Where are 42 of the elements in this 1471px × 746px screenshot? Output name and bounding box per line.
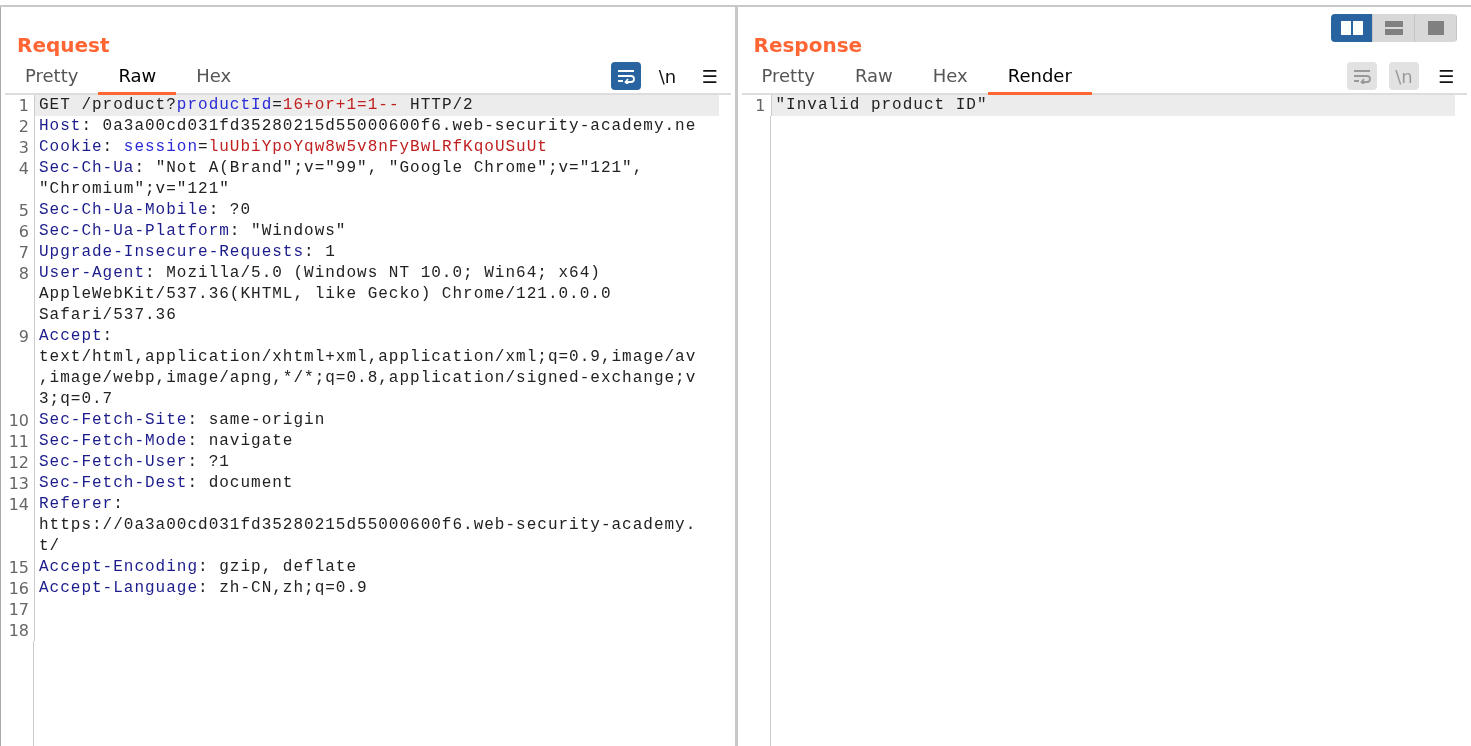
- code-line: Safari/537.36: [38, 305, 178, 326]
- code-line: https://0a3a00cd031fd35280215d55000600f6.web-security-academy.: [38, 515, 698, 536]
- newline-toggle[interactable]: \n: [652, 62, 683, 90]
- code-line: ,image/webp,image/apng,*/*;q=0.8,application/signed-exchange;v: [38, 368, 698, 389]
- code-line: Sec-Fetch-Mode: navigate: [38, 431, 295, 452]
- view-tab[interactable]: Pretty: [5, 59, 99, 95]
- wrap-icon: [1353, 68, 1371, 84]
- code-line: Sec-Fetch-Site: same-origin: [38, 410, 327, 431]
- menu-button[interactable]: ☰: [1431, 62, 1461, 90]
- code-line: Sec-Ch-Ua-Platform: "Windows": [38, 221, 348, 242]
- code-line: Accept-Language: zh-CN,zh;q=0.9: [38, 578, 369, 599]
- layout-button[interactable]: [1415, 14, 1457, 42]
- view-tab[interactable]: Raw: [834, 59, 913, 95]
- code-line: text/html,application/xhtml+xml,application/xml;q=0.9,image/av: [38, 347, 698, 368]
- code-line: Cookie: session=luUbiYpoYqw8w5v8nFyBwLRfKqoUSuUt: [38, 137, 549, 158]
- code-line: Upgrade-Insecure-Requests: 1: [38, 242, 337, 263]
- code-line: 3;q=0.7: [38, 389, 115, 410]
- panel-title: Request: [17, 33, 110, 59]
- split-columns-icon: [1340, 21, 1363, 35]
- layout-button[interactable]: [1331, 14, 1373, 42]
- menu-button[interactable]: ☰: [694, 62, 725, 90]
- code-line: Sec-Ch-Ua: "Not A(Brand";v="99", "Google Chrome";v="121",: [38, 158, 645, 179]
- code-line: "Chromium";v="121": [38, 179, 231, 200]
- view-tab[interactable]: Hex: [176, 59, 252, 95]
- code-line: Sec-Fetch-User: ?1: [38, 452, 231, 473]
- view-tab[interactable]: Hex: [912, 59, 988, 95]
- code-line: Sec-Ch-Ua-Mobile: ?0: [38, 200, 253, 221]
- layout-button[interactable]: [1373, 14, 1415, 42]
- panel-title: Response: [753, 33, 863, 59]
- code-line: Referer:: [38, 494, 125, 515]
- code-line: Accept:: [38, 326, 115, 347]
- code-line: User-Agent: Mozilla/5.0 (Windows NT 10.0; Win64; x64): [38, 263, 602, 284]
- code-line: Accept-Encoding: gzip, deflate: [38, 557, 359, 578]
- code-line: Sec-Fetch-Dest: document: [38, 473, 295, 494]
- single-pane-icon: [1427, 21, 1444, 35]
- wrap-icon: [616, 68, 635, 84]
- code-line: AppleWebKit/537.36(KHTML, like Gecko) Chrome/121.0.0.0: [38, 284, 613, 305]
- split-rows-icon: [1384, 21, 1403, 35]
- code-line: t/: [38, 536, 62, 557]
- wrap-toggle[interactable]: [610, 62, 641, 90]
- code-line: Host: 0a3a00cd031fd35280215d55000600f6.web-security-academy.ne: [38, 116, 698, 137]
- view-tab[interactable]: Pretty: [741, 59, 835, 95]
